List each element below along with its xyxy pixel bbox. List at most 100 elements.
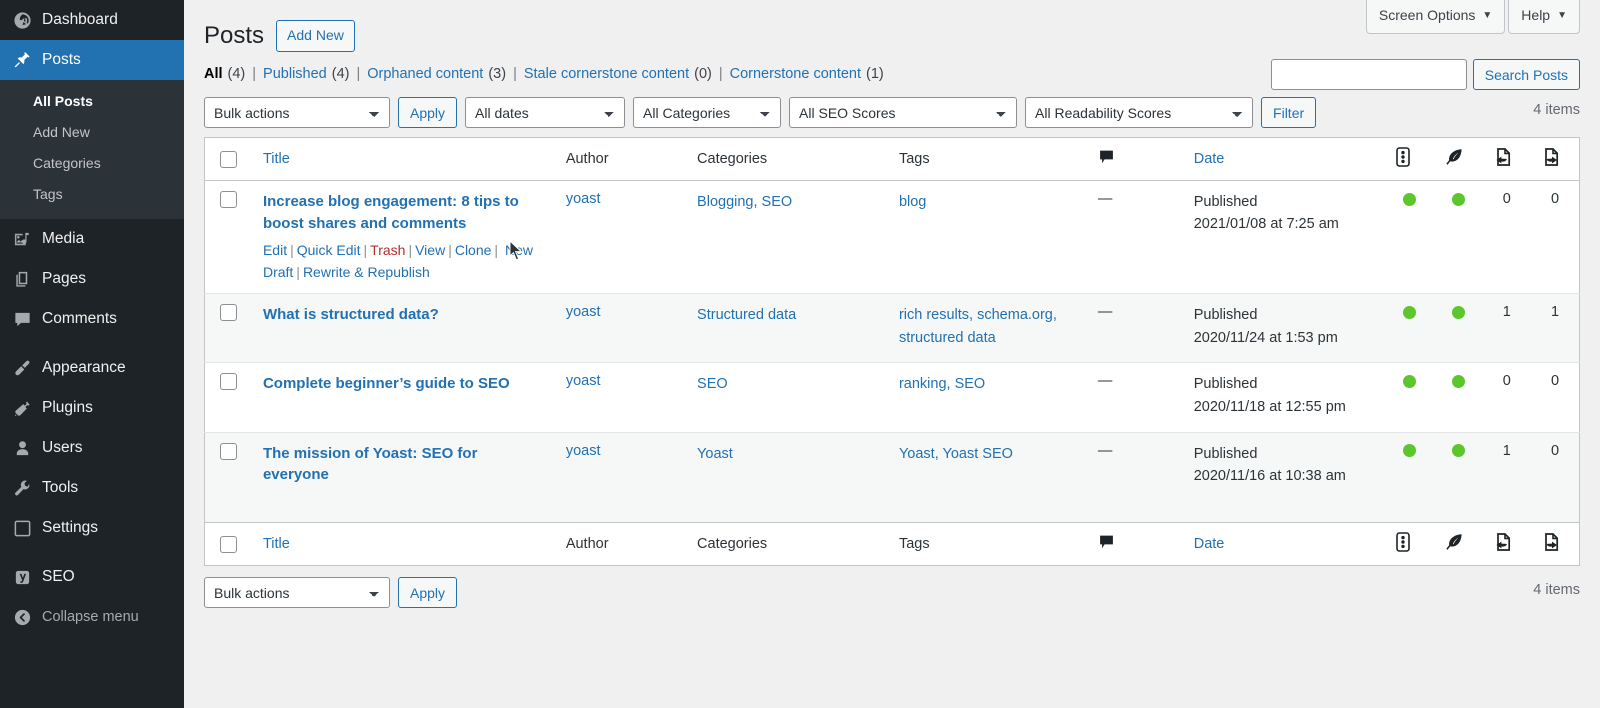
collapse-menu-button[interactable]: Collapse menu — [0, 597, 184, 637]
sidebar-item-comments[interactable]: Comments — [0, 299, 184, 339]
status-link-orphaned-content[interactable]: Orphaned content (3) | — [367, 66, 524, 82]
footer-date-link[interactable]: Date — [1194, 536, 1225, 552]
footer-readability-score[interactable] — [1434, 522, 1483, 566]
sidebar-item-settings[interactable]: Settings — [0, 508, 184, 548]
row-action-quick-edit[interactable]: Quick Edit — [297, 242, 361, 258]
status-link-all[interactable]: All (4) | — [204, 66, 263, 82]
row-action-edit[interactable]: Edit — [263, 242, 287, 258]
row-action-view[interactable]: View — [415, 242, 445, 258]
tag-links[interactable]: rich results, schema.org, structured dat… — [899, 307, 1057, 345]
submenu-item-tags[interactable]: Tags — [0, 179, 184, 210]
sidebar-item-dashboard[interactable]: Dashboard — [0, 0, 184, 40]
sidebar-item-media[interactable]: Media — [0, 219, 184, 259]
row-incoming-links-cell: 0 — [1502, 191, 1511, 207]
row-action-clone[interactable]: Clone — [455, 242, 492, 258]
dates-filter-select[interactable]: All dates — [465, 97, 626, 128]
sidebar-item-plugins[interactable]: Plugins — [0, 388, 184, 428]
sidebar-item-seo[interactable]: SEO — [0, 557, 184, 597]
status-link-count: (4) — [331, 66, 350, 82]
category-links[interactable]: Yoast — [697, 446, 733, 462]
tag-links[interactable]: blog — [899, 194, 926, 210]
header-categories: Categories — [687, 137, 889, 181]
status-link-label[interactable]: Published — [263, 66, 327, 82]
submenu-item-categories[interactable]: Categories — [0, 148, 184, 179]
status-link-cornerstone-content[interactable]: Cornerstone content (1) — [730, 66, 884, 82]
sidebar-item-label: Tools — [42, 479, 79, 497]
apply-button-top[interactable]: Apply — [398, 97, 458, 128]
bulk-actions-select-bottom[interactable]: Bulk actions — [204, 577, 390, 609]
header-readability-score[interactable] — [1434, 137, 1483, 181]
select-all-checkbox-top[interactable] — [220, 150, 237, 168]
header-title[interactable]: Title — [252, 137, 556, 181]
select-all-header — [204, 137, 253, 181]
row-checkbox-cell — [204, 431, 253, 523]
readability-scores-filter-select[interactable]: All Readability Scores — [1025, 97, 1254, 128]
footer-outgoing-links[interactable] — [1531, 522, 1580, 566]
search-input[interactable] — [1270, 59, 1467, 90]
select-all-checkbox-bottom[interactable] — [220, 535, 237, 553]
row-action-rewrite-republish[interactable]: Rewrite & Republish — [303, 264, 430, 280]
row-select-checkbox[interactable] — [220, 191, 237, 208]
post-title-link[interactable]: Increase blog engagement: 8 tips to boos… — [263, 193, 519, 232]
status-link-label[interactable]: Orphaned content — [367, 66, 483, 82]
tag-links[interactable]: Yoast, Yoast SEO — [899, 446, 1013, 462]
footer-date[interactable]: Date — [1183, 522, 1386, 566]
menu-separator — [0, 339, 184, 348]
tag-links[interactable]: ranking, SEO — [899, 376, 985, 392]
categories-filter-select[interactable]: All Categories — [633, 97, 782, 128]
row-select-checkbox[interactable] — [220, 304, 237, 322]
author-link[interactable]: yoast — [566, 373, 601, 389]
row-action-trash[interactable]: Trash — [370, 242, 405, 258]
footer-title-link[interactable]: Title — [263, 536, 290, 552]
sidebar-item-tools[interactable]: Tools — [0, 468, 184, 508]
row-select-checkbox[interactable] — [220, 442, 237, 460]
apply-button-bottom[interactable]: Apply — [398, 577, 458, 609]
status-link-label[interactable]: Cornerstone content — [730, 66, 861, 82]
category-links[interactable]: Structured data — [697, 307, 796, 323]
add-new-button[interactable]: Add New — [276, 20, 355, 52]
screen-options-tab[interactable]: Screen Options ▼ — [1365, 0, 1506, 34]
date-value: 2020/11/18 at 12:55 pm — [1193, 398, 1346, 415]
bulk-actions-select-top[interactable]: Bulk actions — [204, 97, 390, 128]
post-title-link[interactable]: The mission of Yoast: SEO for everyone — [263, 445, 477, 484]
header-incoming-links[interactable] — [1482, 137, 1531, 181]
row-select-checkbox[interactable] — [220, 373, 237, 391]
header-date-link[interactable]: Date — [1194, 151, 1225, 167]
post-title-link[interactable]: Complete beginner’s guide to SEO — [263, 375, 510, 392]
status-link-label[interactable]: All — [204, 66, 223, 82]
author-link[interactable]: yoast — [566, 191, 601, 207]
post-title-link[interactable]: What is structured data? — [263, 306, 439, 323]
author-link[interactable]: yoast — [566, 443, 601, 459]
header-seo-score[interactable] — [1385, 137, 1435, 181]
submenu-item-add-new[interactable]: Add New — [0, 117, 184, 148]
footer-incoming-links[interactable] — [1482, 522, 1531, 566]
sidebar-item-posts[interactable]: Posts — [0, 40, 184, 80]
author-link[interactable]: yoast — [566, 304, 601, 320]
status-link-label[interactable]: Stale cornerstone content — [524, 66, 689, 82]
row-outgoing-links-cell: 0 — [1531, 431, 1580, 523]
footer-comments[interactable] — [1087, 522, 1184, 566]
header-title-link[interactable]: Title — [263, 151, 290, 167]
seo-scores-filter-select[interactable]: All SEO Scores — [789, 97, 1018, 128]
submenu-item-all-posts[interactable]: All Posts — [0, 86, 184, 117]
footer-seo-score[interactable] — [1385, 522, 1435, 566]
search-posts-button[interactable]: Search Posts — [1472, 59, 1580, 90]
sidebar-item-pages[interactable]: Pages — [0, 259, 184, 299]
status-link-published[interactable]: Published (4) | — [263, 66, 367, 82]
header-comments[interactable] — [1087, 137, 1184, 181]
help-tab[interactable]: Help ▼ — [1508, 0, 1580, 34]
filter-button[interactable]: Filter — [1261, 97, 1317, 128]
row-actions — [263, 330, 546, 352]
status-link-stale-cornerstone-content[interactable]: Stale cornerstone content (0) | — [524, 66, 730, 82]
header-date[interactable]: Date — [1183, 137, 1386, 181]
header-outgoing-links[interactable] — [1531, 137, 1580, 181]
row-title-cell: Complete beginner’s guide to SEO — [252, 362, 556, 433]
sidebar-item-users[interactable]: Users — [0, 428, 184, 468]
row-outgoing-links-cell: 0 — [1550, 191, 1560, 207]
sidebar-item-appearance[interactable]: Appearance — [0, 348, 184, 388]
category-links[interactable]: SEO — [697, 376, 728, 392]
category-links[interactable]: Blogging, SEO — [697, 194, 792, 210]
footer-title[interactable]: Title — [252, 522, 556, 566]
row-seo-score-cell — [1385, 431, 1435, 523]
sidebar-item-label: SEO — [42, 568, 75, 586]
